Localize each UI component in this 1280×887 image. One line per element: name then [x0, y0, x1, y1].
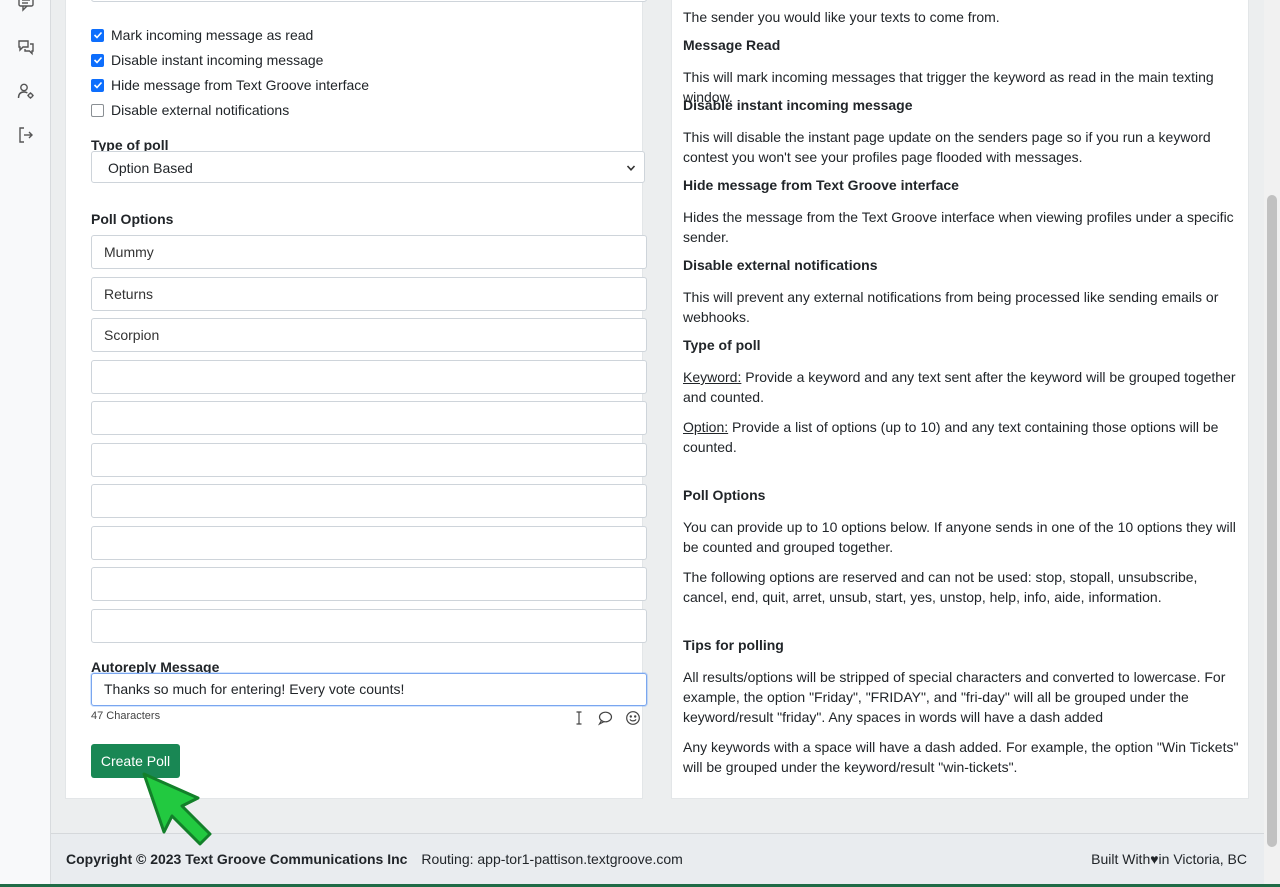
built-with-text: Built With [1091, 851, 1151, 867]
footer-right: Built With♥in Victoria, BC [1091, 851, 1247, 867]
checkbox-label: Hide message from Text Groove interface [111, 77, 370, 93]
keyword-term: Keyword: [683, 369, 742, 385]
poll-options-heading: Poll Options [683, 487, 766, 503]
character-count: 47 Characters [91, 710, 161, 722]
tips-text-1: All results/options will be stripped of … [683, 669, 1226, 725]
poll-option-input-5[interactable] [91, 401, 647, 435]
footer: Copyright © 2023 Text Groove Communicati… [51, 833, 1264, 884]
poll-option-input-3[interactable]: Scorpion [91, 318, 647, 352]
hide-message-text: Hides the message from the Text Groove i… [683, 209, 1234, 245]
logout-icon[interactable] [17, 126, 35, 144]
poll-option-input-9[interactable] [91, 567, 647, 601]
checkbox-checked[interactable] [91, 53, 104, 67]
poll-option-value: Returns [104, 286, 154, 302]
sender-select[interactable] [91, 0, 647, 2]
poll-option-input-6[interactable] [91, 443, 647, 477]
mouse-pointer-icon [138, 768, 222, 852]
checkbox-checked[interactable] [91, 78, 104, 92]
disable-instant-text: This will disable the instant page updat… [683, 129, 1211, 165]
tips-text-2: Any keywords with a space will have a da… [683, 739, 1239, 775]
footer-left: Copyright © 2023 Text Groove Communicati… [66, 851, 683, 867]
poll-form-card: Mark incoming message as read Disable in… [65, 0, 647, 799]
select-value: Option Based [108, 160, 193, 176]
poll-options-text-1: You can provide up to 10 options below. … [683, 519, 1236, 555]
poll-option-input-4[interactable] [91, 360, 647, 394]
poll-options-label: Poll Options [91, 211, 174, 227]
option-description: Provide a list of options (up to 10) and… [683, 419, 1219, 455]
help-card: The sender you would like your texts to … [671, 0, 1249, 799]
comment-icon[interactable] [597, 710, 613, 726]
checkbox-checked[interactable] [91, 28, 104, 42]
main-content: Mark incoming message as read Disable in… [51, 0, 1264, 884]
chat-bubbles-icon[interactable] [17, 38, 35, 56]
hide-message-heading: Hide message from Text Groove interface [683, 177, 959, 193]
message-square-icon[interactable] [17, 0, 35, 12]
scrollbar-thumb[interactable] [1267, 195, 1277, 847]
poll-option-input-2[interactable]: Returns [91, 277, 647, 311]
poll-option-value: Scorpion [104, 327, 160, 343]
type-of-poll-heading: Type of poll [683, 337, 761, 353]
checkbox-mark-read[interactable]: Mark incoming message as read [91, 25, 313, 45]
keyword-help: Keyword: Provide a keyword and any text … [683, 367, 1243, 407]
autoreply-input[interactable]: Thanks so much for entering! Every vote … [91, 673, 647, 706]
checkbox-label: Disable external notifications [111, 102, 290, 118]
text-cursor-icon[interactable] [571, 710, 587, 726]
checkbox-label: Mark incoming message as read [111, 27, 314, 43]
poll-options-text-2: The following options are reserved and c… [683, 569, 1198, 605]
option-term: Option: [683, 419, 729, 435]
routing-text: Routing: app-tor1-pattison.textgroove.co… [421, 851, 683, 867]
location-text: in Victoria, BC [1158, 851, 1247, 867]
type-of-poll-select[interactable]: Option Based [91, 151, 645, 183]
checkbox-disable-external[interactable]: Disable external notifications [91, 100, 289, 120]
heart-icon: ♥ [1150, 851, 1159, 867]
tips-heading: Tips for polling [683, 637, 784, 653]
emoji-icon[interactable] [625, 710, 641, 726]
poll-option-input-10[interactable] [91, 609, 647, 643]
autoreply-value: Thanks so much for entering! Every vote … [104, 681, 405, 697]
disable-external-heading: Disable external notifications [683, 257, 878, 273]
message-read-heading: Message Read [683, 37, 781, 53]
copyright-text: Copyright © 2023 Text Groove Communicati… [66, 851, 408, 867]
page-scrollbar[interactable] [1264, 0, 1280, 884]
checkbox-disable-instant[interactable]: Disable instant incoming message [91, 50, 323, 70]
disable-external-text: This will prevent any external notificat… [683, 289, 1219, 325]
keyword-description: Provide a keyword and any text sent afte… [683, 369, 1236, 405]
chevron-down-icon [626, 165, 636, 171]
poll-option-value: Mummy [104, 244, 154, 260]
checkbox-hide-message[interactable]: Hide message from Text Groove interface [91, 75, 369, 95]
poll-option-input-8[interactable] [91, 526, 647, 560]
option-help: Option: Provide a list of options (up to… [683, 417, 1243, 457]
app-window: Mark incoming message as read Disable in… [0, 0, 1280, 884]
disable-instant-heading: Disable instant incoming message [683, 97, 913, 113]
user-settings-icon[interactable] [17, 82, 35, 100]
checkbox-unchecked[interactable] [91, 103, 104, 117]
poll-option-input-7[interactable] [91, 484, 647, 518]
sender-help-text: The sender you would like your texts to … [683, 9, 1000, 25]
sidebar [0, 0, 51, 884]
poll-option-input-1[interactable]: Mummy [91, 235, 647, 269]
checkbox-label: Disable instant incoming message [111, 52, 324, 68]
